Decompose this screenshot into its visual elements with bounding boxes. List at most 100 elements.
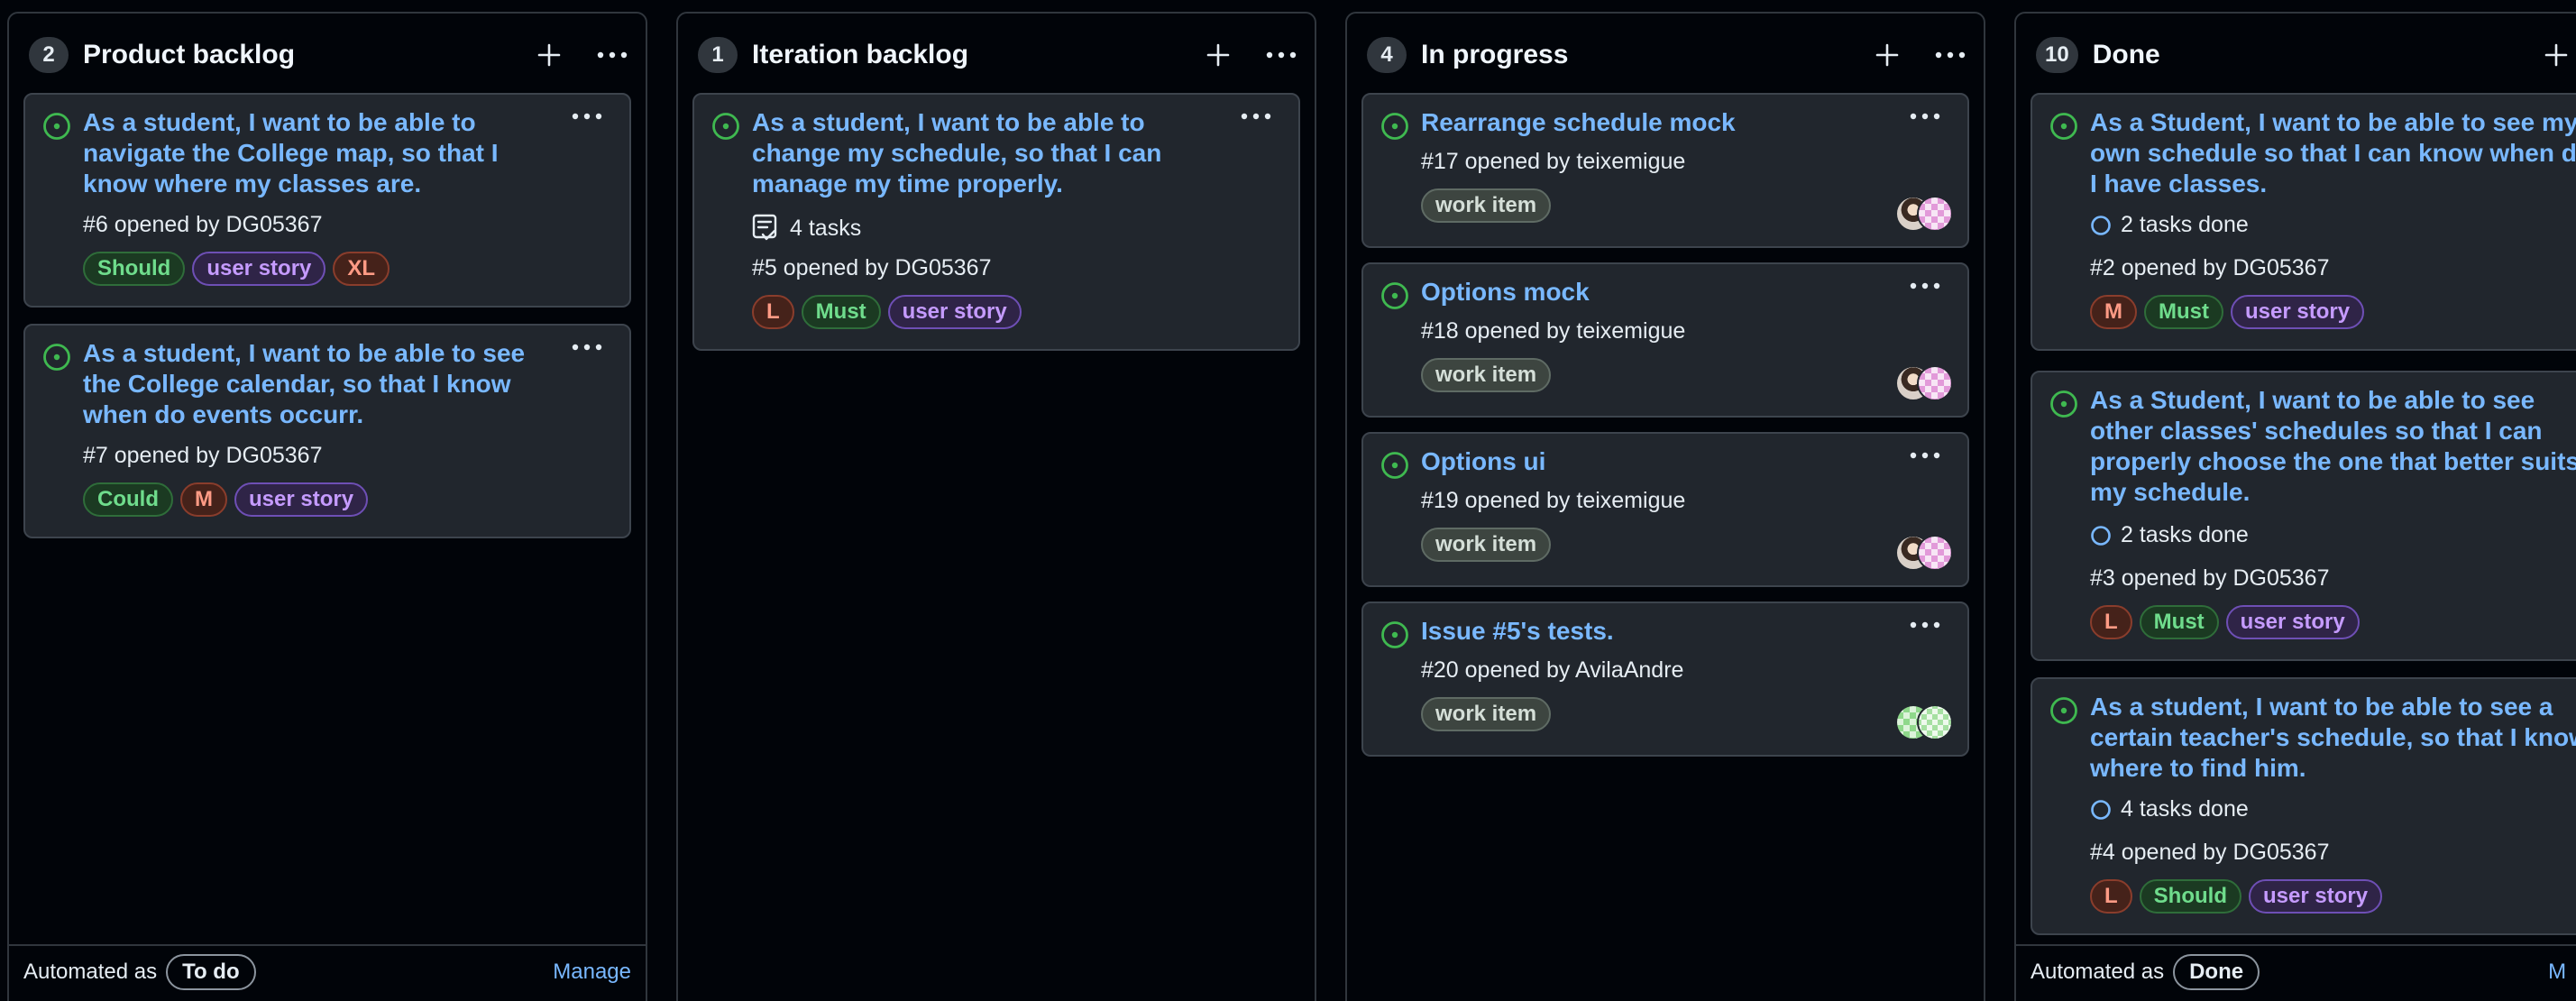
progress-circle-icon	[2091, 215, 2111, 235]
column-options-button[interactable]	[1266, 51, 1297, 59]
automation-label: Automated as	[23, 960, 158, 984]
task-count: 4 tasks done	[2121, 796, 2249, 822]
label-m[interactable]: M	[179, 482, 227, 517]
label-l[interactable]: L	[752, 295, 794, 329]
add-item-button[interactable]	[1206, 43, 1230, 67]
label-l[interactable]: L	[2090, 879, 2132, 914]
task-progress: 2 tasks done	[2090, 522, 2249, 548]
issue-opened-icon	[2050, 697, 2077, 724]
label-must[interactable]: Must	[801, 295, 881, 329]
label-list: work item	[1421, 188, 1552, 223]
label-user-story[interactable]: user story	[2249, 879, 2383, 914]
issue-opened-icon	[1381, 621, 1408, 648]
label-user-story[interactable]: user story	[2225, 605, 2360, 639]
label-must[interactable]: Must	[2144, 295, 2223, 329]
card-options-button[interactable]	[1910, 282, 1940, 289]
issue-opened-icon	[1381, 113, 1408, 140]
tasklist-icon	[752, 214, 777, 241]
assignee-avatars[interactable]	[1895, 535, 1953, 571]
issue-card[interactable]: Rearrange schedule mock #17 opened by te…	[1361, 93, 1969, 248]
issue-title-link[interactable]: As a student, I want to be able to see a…	[2090, 692, 2576, 784]
label-work-item[interactable]: work item	[1421, 188, 1552, 223]
avatar[interactable]	[1917, 535, 1953, 571]
manage-automation-link[interactable]: Manage	[553, 960, 631, 985]
issue-card[interactable]: As a Student, I want to be able to see o…	[2031, 371, 2576, 661]
column-header: 4 In progress	[1367, 32, 1966, 78]
issue-title-link[interactable]: As a Student, I want to be able to see m…	[2090, 107, 2576, 199]
label-must[interactable]: Must	[2139, 605, 2219, 639]
issue-title-link[interactable]: Options mock	[1421, 277, 1890, 308]
add-item-button[interactable]	[537, 43, 561, 67]
label-could[interactable]: Could	[83, 482, 173, 517]
issue-card[interactable]: As a student, I want to be able to see a…	[2031, 677, 2576, 935]
progress-circle-icon	[2091, 799, 2111, 820]
label-user-story[interactable]: user story	[2231, 295, 2365, 329]
label-l[interactable]: L	[2090, 605, 2132, 639]
label-should[interactable]: Should	[2139, 879, 2241, 914]
issue-title-link[interactable]: Issue #5's tests.	[1421, 616, 1890, 647]
automation-status-pill[interactable]: To do	[166, 954, 256, 990]
issue-card[interactable]: As a student, I want to be able to navig…	[23, 93, 631, 308]
plus-icon	[1875, 43, 1899, 67]
issue-title-link[interactable]: Options ui	[1421, 446, 1890, 477]
assignee-avatars[interactable]	[1895, 365, 1953, 401]
issue-meta: #20 opened by AvilaAndre	[1421, 657, 1684, 683]
task-progress: 4 tasks done	[2090, 796, 2249, 822]
issue-meta: #4 opened by DG05367	[2090, 840, 2330, 865]
column-footer: Automated as To do Manage	[9, 944, 646, 998]
automation-status-pill[interactable]: Done	[2173, 954, 2260, 990]
task-count: 2 tasks done	[2121, 522, 2249, 547]
issue-card[interactable]: Options mock #18 opened by teixemigue wo…	[1361, 262, 1969, 418]
card-options-button[interactable]	[572, 113, 602, 120]
card-options-button[interactable]	[1910, 113, 1940, 120]
avatar[interactable]	[1917, 704, 1953, 740]
issue-title-link[interactable]: As a student, I want to be able to see t…	[83, 338, 552, 430]
issue-title-link[interactable]: As a Student, I want to be able to see o…	[2090, 385, 2576, 508]
issue-card[interactable]: As a student, I want to be able to see t…	[23, 324, 631, 538]
avatar[interactable]	[1917, 365, 1953, 401]
label-m[interactable]: M	[2090, 295, 2137, 329]
avatar[interactable]	[1917, 196, 1953, 232]
column-options-button[interactable]	[1935, 51, 1966, 59]
label-user-story[interactable]: user story	[234, 482, 369, 517]
issue-title-link[interactable]: As a student, I want to be able to chang…	[752, 107, 1221, 199]
label-user-story[interactable]: user story	[192, 252, 326, 286]
manage-automation-link[interactable]: M	[2548, 960, 2566, 985]
issue-card[interactable]: Issue #5's tests. #20 opened by AvilaAnd…	[1361, 602, 1969, 757]
label-work-item[interactable]: work item	[1421, 528, 1552, 562]
project-board: 2 Product backlog As a student, I want t…	[0, 0, 2576, 1001]
column-done: 10 Done As a Student, I want to be able …	[2014, 12, 2576, 1001]
column-title: Iteration backlog	[752, 40, 969, 69]
label-should[interactable]: Should	[83, 252, 186, 286]
label-work-item[interactable]: work item	[1421, 697, 1552, 731]
column-title: Done	[2092, 40, 2160, 69]
column-title: Product backlog	[83, 40, 296, 69]
issue-card[interactable]: As a student, I want to be able to chang…	[692, 93, 1300, 351]
issue-card[interactable]: As a Student, I want to be able to see m…	[2031, 93, 2576, 351]
task-count: 4 tasks	[790, 215, 862, 241]
assignee-avatars[interactable]	[1895, 196, 1953, 232]
label-user-story[interactable]: user story	[887, 295, 1022, 329]
label-work-item[interactable]: work item	[1421, 358, 1552, 392]
card-options-button[interactable]	[1910, 452, 1940, 459]
issue-title-link[interactable]: As a student, I want to be able to navig…	[83, 107, 552, 199]
card-options-button[interactable]	[1910, 621, 1940, 629]
issue-title-link[interactable]: Rearrange schedule mock	[1421, 107, 1890, 138]
column-header: 1 Iteration backlog	[698, 32, 1297, 78]
assignee-avatars[interactable]	[1895, 704, 1953, 740]
issue-opened-icon	[1381, 452, 1408, 479]
label-list: L Must user story	[752, 295, 1022, 329]
issue-opened-icon	[712, 113, 739, 140]
label-xl[interactable]: XL	[333, 252, 390, 286]
add-item-button[interactable]	[2544, 43, 2568, 67]
issue-opened-icon	[43, 344, 70, 371]
column-footer: Automated as Done M	[2016, 944, 2576, 998]
column-count-badge: 2	[29, 37, 69, 73]
card-options-button[interactable]	[1241, 113, 1271, 120]
add-item-button[interactable]	[1875, 43, 1899, 67]
label-list: Should user story XL	[83, 252, 390, 286]
column-options-button[interactable]	[597, 51, 628, 59]
card-options-button[interactable]	[572, 344, 602, 351]
issue-card[interactable]: Options ui #19 opened by teixemigue work…	[1361, 432, 1969, 587]
column-iteration-backlog: 1 Iteration backlog As a student, I want…	[676, 12, 1316, 1001]
